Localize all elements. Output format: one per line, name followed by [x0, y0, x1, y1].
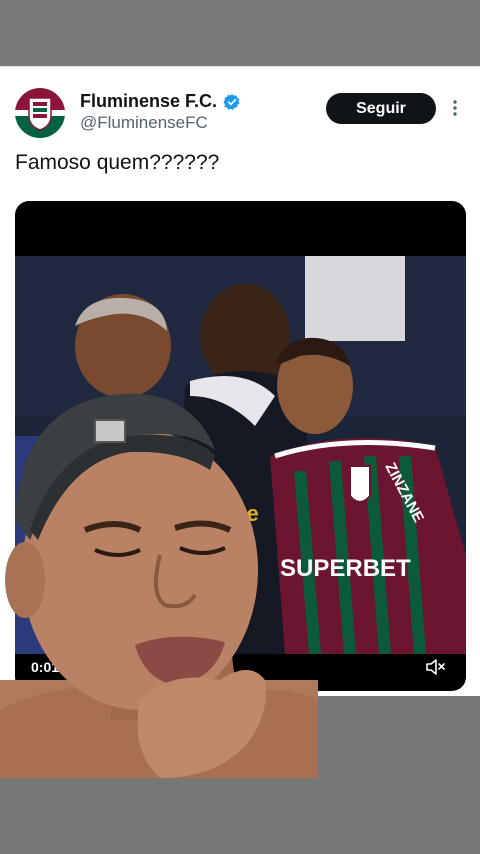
volume-muted-icon[interactable] [425, 658, 445, 676]
author-handle[interactable]: @FluminenseFC [80, 113, 208, 133]
more-options-icon[interactable] [447, 98, 463, 118]
reacting-person-overlay [0, 393, 318, 778]
verified-badge-icon [223, 93, 240, 110]
author-name[interactable]: Fluminense F.C. [80, 91, 217, 112]
top-gray-bar [0, 0, 480, 66]
follow-button[interactable]: Seguir [326, 93, 436, 124]
author-name-row: Fluminense F.C. [80, 91, 241, 112]
tweet-text: Famoso quem?????? [15, 151, 220, 174]
fluminense-crest-icon[interactable] [15, 88, 65, 138]
